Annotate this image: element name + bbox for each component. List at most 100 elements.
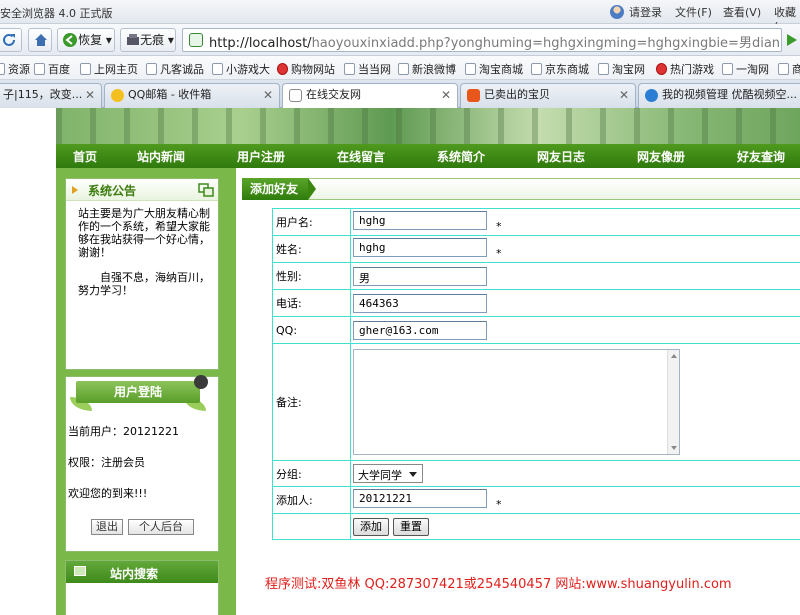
favorite-item[interactable]: 一淘网 <box>722 61 769 77</box>
play-icon <box>645 89 658 102</box>
restore-label: 恢复 <box>78 33 103 47</box>
tab-bar: 子|115，改变... ✕ QQ邮箱 - 收件箱 ✕ 在线交友网 ✕ 已卖出的宝… <box>0 80 800 109</box>
phone-cell: 464363 <box>350 289 800 317</box>
favorite-item[interactable]: 购物网站 <box>277 61 335 77</box>
menu-register[interactable]: 用户注册 <box>237 148 285 165</box>
add-button[interactable]: 添加 <box>353 517 389 536</box>
menu-friend-search[interactable]: 好友查询 <box>737 148 785 165</box>
favorite-item[interactable]: 资源 <box>0 61 30 77</box>
notice-title: 系统公告 <box>88 184 137 198</box>
tab-sold-items[interactable]: 已卖出的宝贝 ✕ <box>460 83 636 108</box>
qq-label: QQ: <box>272 316 351 344</box>
login-link[interactable]: 请登录 <box>629 4 662 20</box>
favorite-item[interactable]: 热门游戏 <box>656 61 714 77</box>
close-icon[interactable]: ✕ <box>619 84 629 106</box>
menu-file[interactable]: 文件(F) <box>675 4 712 20</box>
form-row-adder: 添加人: 20121221 * <box>272 486 800 514</box>
url-host: http://localhost/ <box>209 36 312 51</box>
favorite-item[interactable]: 当当网 <box>344 61 391 77</box>
menu-blog[interactable]: 网友日志 <box>537 148 585 165</box>
favorite-label: 一淘网 <box>736 63 769 76</box>
favorite-label: 京东商城 <box>545 63 589 76</box>
qq-input[interactable]: gher@163.com <box>353 320 487 340</box>
close-icon[interactable]: ✕ <box>85 84 95 106</box>
favorite-label: 商 <box>792 63 800 76</box>
favorite-item[interactable]: 小游戏大 <box>212 61 270 77</box>
arrow-icon <box>72 186 78 194</box>
menu-guestbook[interactable]: 在线留言 <box>337 148 385 165</box>
address-bar[interactable]: http://localhost/haoyouxinxiadd.php?yong… <box>182 28 782 52</box>
remark-cell <box>350 343 800 461</box>
favorite-item[interactable]: 凡客诚品 <box>146 61 204 77</box>
favorite-item[interactable]: 商 <box>778 61 800 77</box>
phone-label: 电话: <box>272 289 351 317</box>
favorite-label: 当当网 <box>358 63 391 76</box>
empty-cell <box>272 513 351 540</box>
form-row-buttons: 添加 重置 <box>272 513 800 540</box>
favorite-item[interactable]: 上网主页 <box>80 61 138 77</box>
go-arrow-icon[interactable] <box>787 32 799 48</box>
favorites-bar: 资源 百度 上网主页 凡客诚品 小游戏大 购物网站 当当网 新浪微博 淘宝商城 … <box>0 56 800 80</box>
phone-input[interactable]: 464363 <box>353 293 487 313</box>
admin-button[interactable]: 个人后台 <box>128 519 194 535</box>
adder-label: 添加人: <box>272 486 351 514</box>
tab-115[interactable]: 子|115，改变... ✕ <box>0 83 102 108</box>
logout-button[interactable]: 退出 <box>91 519 123 535</box>
reset-button[interactable]: 重置 <box>393 517 429 536</box>
favorite-item[interactable]: 新浪微博 <box>398 61 456 77</box>
favorite-item[interactable]: 淘宝网 <box>598 61 645 77</box>
tab-online-friends[interactable]: 在线交友网 ✕ <box>282 83 458 109</box>
form-row-phone: 电话: 464363 <box>272 289 800 317</box>
favorite-item[interactable]: 京东商城 <box>531 61 589 77</box>
favorite-label: 百度 <box>48 63 70 76</box>
folder-icon <box>465 63 476 75</box>
tab-youku[interactable]: 我的视频管理 优酷视频空... <box>638 83 800 108</box>
menu-album[interactable]: 网友像册 <box>637 148 685 165</box>
refresh-icon <box>3 33 15 46</box>
menu-about[interactable]: 系统简介 <box>437 148 485 165</box>
scroll-down-icon[interactable] <box>671 446 677 450</box>
notice-header: 系统公告 <box>66 179 218 201</box>
favorite-item[interactable]: 淘宝商城 <box>465 61 523 77</box>
restore-button[interactable]: 恢复 ▾ <box>57 28 115 52</box>
login-box-title: 用户登陆 <box>76 381 200 403</box>
gender-cell: 男 <box>350 262 800 290</box>
name-label: 姓名: <box>272 235 351 263</box>
adder-cell: 20121221 * <box>350 486 800 514</box>
folder-icon <box>598 63 609 75</box>
bee-icon <box>194 375 208 389</box>
add-friend-form: 用户名: hghg * 姓名: hghg * 性别: 男 电话: 464363 QQ… <box>272 208 800 540</box>
folder-icon <box>0 63 5 75</box>
favorite-item[interactable]: 百度 <box>34 61 70 77</box>
tab-qqmail[interactable]: QQ邮箱 - 收件箱 ✕ <box>104 83 280 108</box>
form-row-username: 用户名: hghg * <box>272 208 800 236</box>
home-button[interactable] <box>28 28 52 52</box>
form-row-group: 分组: 大学同学 <box>272 460 800 487</box>
menu-news[interactable]: 站内新闻 <box>137 148 185 165</box>
incognito-button[interactable]: 无痕 ▾ <box>120 28 176 52</box>
tester-credit: 程序测试:双鱼林 QQ:287307421或254540457 网站:www.s… <box>265 577 732 592</box>
menu-home[interactable]: 首页 <box>73 148 97 165</box>
remark-scrollbar[interactable] <box>667 350 679 454</box>
group-select[interactable]: 大学同学 <box>353 464 423 483</box>
adder-input[interactable]: 20121221 <box>353 489 487 509</box>
favorite-label: 凡客诚品 <box>160 63 204 76</box>
chevron-down-icon <box>409 472 417 477</box>
close-icon[interactable]: ✕ <box>263 84 273 106</box>
username-cell: hghg * <box>350 208 800 236</box>
tab-label: 子|115，改变... <box>3 88 83 101</box>
notice-motto: 自强不息，海纳百川，努力学习！ <box>78 271 210 297</box>
name-input[interactable]: hghg <box>353 238 487 258</box>
url-query: haoyouxinxiadd.php?yonghuming=hghgxingmi… <box>311 36 779 51</box>
refresh-button[interactable] <box>0 28 22 52</box>
group-label: 分组: <box>272 460 351 487</box>
form-row-remark: 备注: <box>272 343 800 461</box>
remark-textarea[interactable] <box>353 349 680 455</box>
scroll-up-icon[interactable] <box>671 354 677 358</box>
user-permission: 权限：注册会员 <box>68 456 145 469</box>
favorite-label: 上网主页 <box>94 63 138 76</box>
username-input[interactable]: hghg <box>353 211 487 231</box>
menu-view[interactable]: 查看(V) <box>723 4 761 20</box>
gender-input[interactable]: 男 <box>353 266 487 286</box>
close-icon[interactable]: ✕ <box>441 84 451 106</box>
